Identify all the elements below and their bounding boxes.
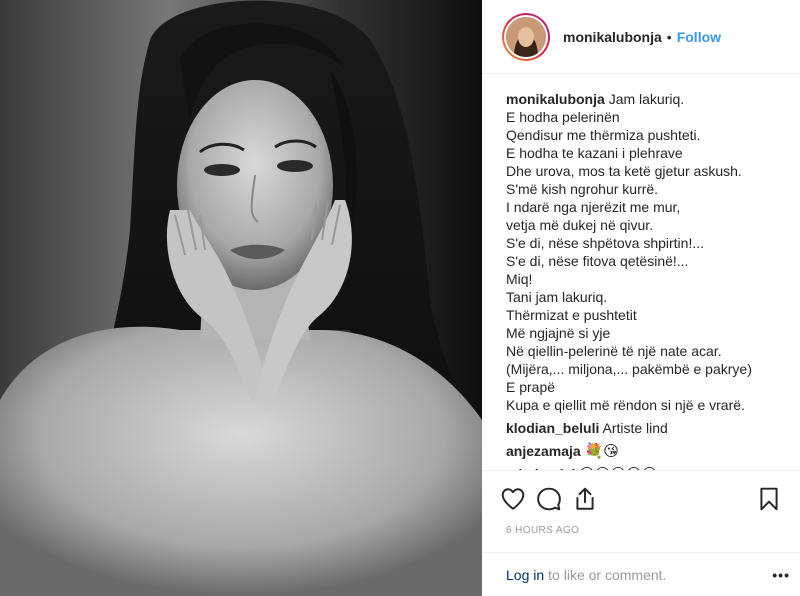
login-prompt-text: to like or comment. <box>548 566 667 583</box>
comment-button[interactable] <box>536 483 572 515</box>
avatar-image <box>506 16 546 57</box>
share-button[interactable] <box>572 483 608 515</box>
post-sidebar: monikalubonja • Follow monikalubonja Jam… <box>482 0 800 596</box>
author-username[interactable]: monikalubonja <box>563 29 662 45</box>
header-text: monikalubonja • Follow <box>563 29 721 45</box>
caption-text: Jam lakuriq. E hodha pelerinën Qendisur … <box>506 91 752 413</box>
post-caption: monikalubonja Jam lakuriq. E hodha peler… <box>506 90 788 414</box>
action-bar <box>482 470 800 524</box>
portrait-image <box>0 0 482 596</box>
avatar-story-ring[interactable] <box>502 12 550 61</box>
comment-item: klodian_beluli Artiste lind <box>506 419 788 437</box>
follow-button[interactable]: Follow <box>677 29 721 45</box>
login-bar: Log in to like or comment. ••• <box>482 552 800 596</box>
comment-username[interactable]: anjezamaja <box>506 443 581 459</box>
login-link[interactable]: Log in <box>506 567 544 583</box>
post-header: monikalubonja • Follow <box>482 0 800 74</box>
post-photo[interactable] <box>0 0 482 596</box>
heart-icon <box>501 488 525 510</box>
separator-dot: • <box>666 28 672 45</box>
share-icon <box>576 487 594 510</box>
like-button[interactable] <box>500 483 536 515</box>
save-button[interactable] <box>756 483 792 515</box>
comments-list[interactable]: monikalubonja Jam lakuriq. E hodha peler… <box>482 74 800 470</box>
caption-username[interactable]: monikalubonja <box>506 91 605 107</box>
comment-icon <box>537 487 561 511</box>
comment-text: 💐😘 <box>584 442 619 460</box>
bookmark-icon <box>760 487 778 511</box>
avatar[interactable] <box>506 16 546 57</box>
more-options-button[interactable]: ••• <box>772 567 790 583</box>
comment-text: Artiste lind <box>602 420 668 436</box>
post-timestamp[interactable]: 6 HOURS AGO <box>506 525 579 536</box>
comment-item: anjezamaja 💐😘 <box>506 442 788 460</box>
comment-username[interactable]: klodian_beluli <box>506 420 599 436</box>
